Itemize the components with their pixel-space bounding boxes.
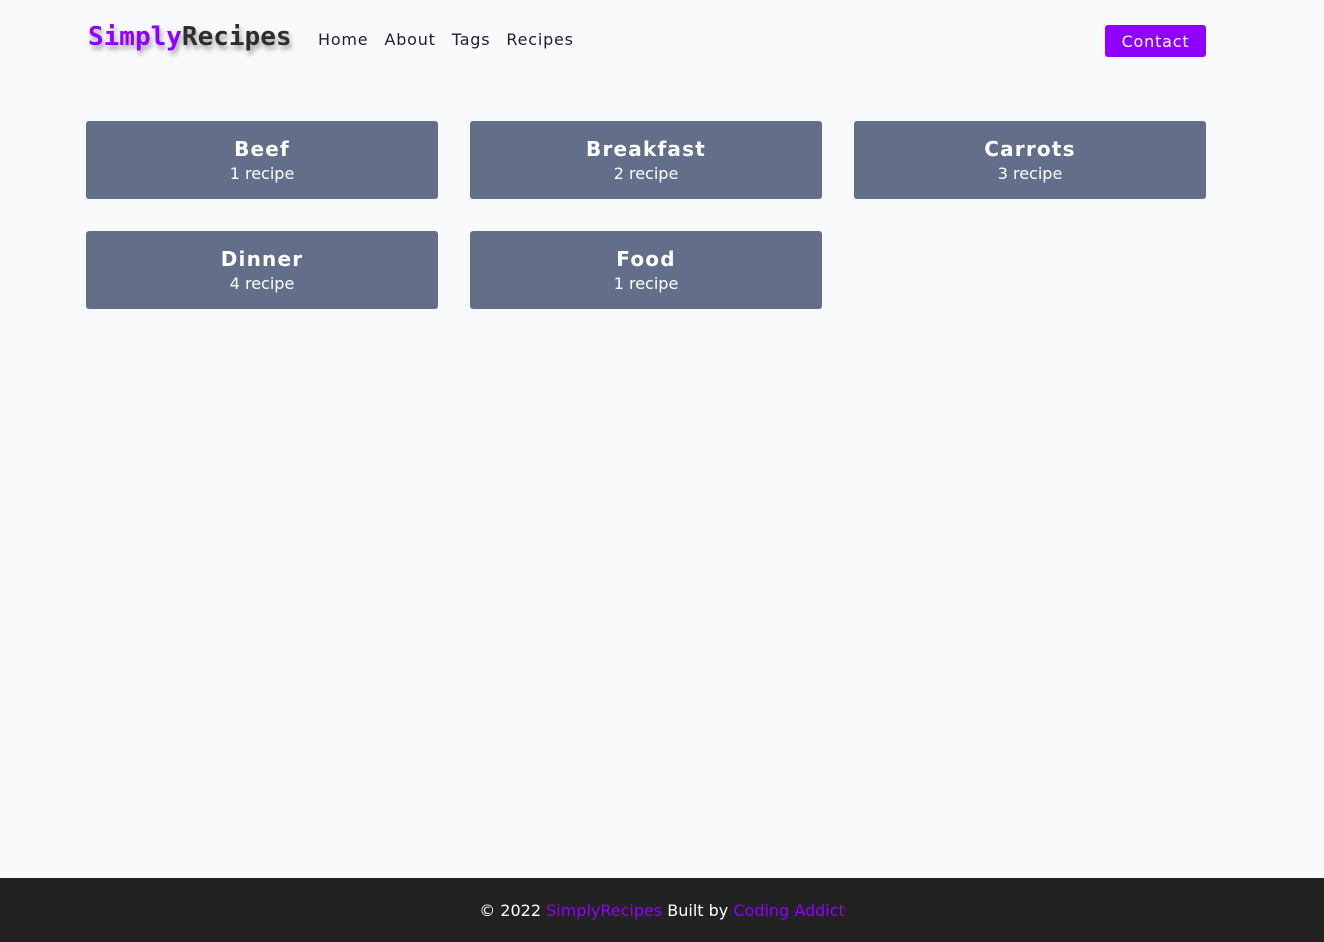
nav-link-recipes[interactable]: Recipes — [506, 30, 573, 49]
tag-card-dinner[interactable]: Dinner 4 recipe — [86, 231, 438, 309]
tag-name: Dinner — [220, 246, 304, 271]
page: SimplyRecipes Home About Tags Recipes Co… — [0, 0, 1324, 942]
tag-recipe-count: 2 recipe — [613, 163, 679, 183]
tag-recipe-count: 4 recipe — [229, 273, 295, 293]
site-logo[interactable]: SimplyRecipes — [88, 22, 292, 52]
navbar: SimplyRecipes Home About Tags Recipes Co… — [0, 0, 1324, 82]
nav-link-tags[interactable]: Tags — [452, 30, 491, 49]
footer: © 2022 SimplyRecipes Built by Coding Add… — [0, 878, 1324, 942]
tag-card-beef[interactable]: Beef 1 recipe — [86, 121, 438, 199]
footer-author-link[interactable]: Coding Addict — [733, 901, 844, 920]
tag-name: Food — [616, 246, 676, 271]
footer-copyright: © 2022 — [479, 900, 541, 920]
logo-part-recipes: Recipes — [181, 22, 292, 52]
tag-name: Carrots — [984, 136, 1076, 161]
nav-link-home[interactable]: Home — [318, 30, 368, 49]
tags-grid: Beef 1 recipe Breakfast 2 recipe Carrots… — [86, 121, 1206, 309]
contact-button[interactable]: Contact — [1105, 25, 1206, 57]
tag-recipe-count: 1 recipe — [229, 163, 295, 183]
tag-recipe-count: 3 recipe — [997, 163, 1063, 183]
tag-card-food[interactable]: Food 1 recipe — [470, 231, 822, 309]
footer-brand-link[interactable]: SimplyRecipes — [546, 901, 662, 920]
tag-card-breakfast[interactable]: Breakfast 2 recipe — [470, 121, 822, 199]
tag-recipe-count: 1 recipe — [613, 273, 679, 293]
footer-built-by: Built by — [667, 900, 729, 920]
tag-name: Beef — [234, 136, 290, 161]
logo-part-simply: Simply — [88, 22, 182, 52]
nav-link-about[interactable]: About — [384, 30, 435, 49]
tag-name: Breakfast — [586, 136, 706, 161]
tag-card-carrots[interactable]: Carrots 3 recipe — [854, 121, 1206, 199]
nav-links: Home About Tags Recipes — [318, 30, 590, 49]
